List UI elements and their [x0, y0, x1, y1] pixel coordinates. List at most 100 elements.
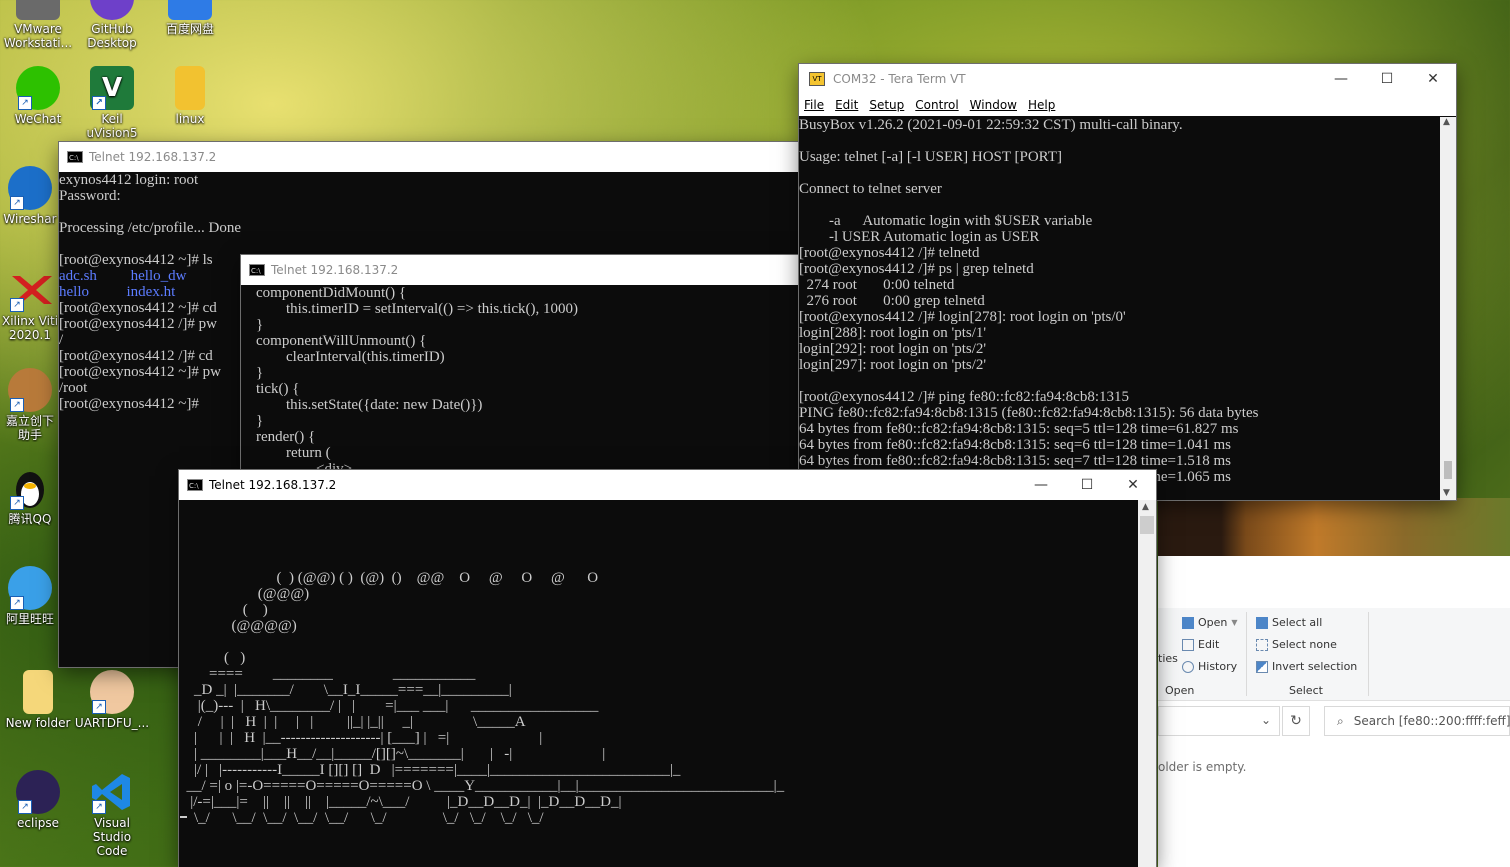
desktop-icon-vscode[interactable]: ↗ Visual Studio Code	[74, 770, 150, 858]
desktop-icon-qq[interactable]: ↗ 腾讯QQ	[0, 466, 60, 526]
desktop-icon-linux[interactable]: linux	[152, 66, 228, 126]
terminal-line: componentDidMount() {	[241, 285, 407, 301]
terminal-output[interactable]: ( ) (@@) ( ) (@) () @@ O @ O @ O (@@@) (…	[179, 500, 1138, 867]
desktop-icon-uartdfu[interactable]: ↗ UARTDFU_...	[74, 670, 150, 730]
menu-window[interactable]: Window	[970, 98, 1017, 112]
ribbon-edit-button[interactable]: Edit	[1182, 638, 1219, 651]
keil-icon: V ↗	[90, 66, 134, 110]
ribbon-history-button[interactable]: History	[1182, 660, 1237, 673]
minimize-button[interactable]: —	[1018, 470, 1064, 500]
maximize-button[interactable]: ☐	[1364, 64, 1410, 94]
vertical-scrollbar[interactable]: ▲ ▼	[1440, 117, 1456, 500]
desktop-icon-label: 腾讯QQ	[8, 512, 52, 526]
folder-icon	[23, 670, 53, 714]
console-icon: C:\	[187, 479, 203, 491]
terminal-line: componentWillUnmount() {	[241, 333, 427, 349]
desktop-icon-label: 阿里旺旺	[5, 612, 54, 626]
desktop-icon-label: GitHub Desktop	[87, 22, 137, 50]
ribbon-select-none-button[interactable]: Select none	[1256, 638, 1337, 651]
desktop-icon-keil[interactable]: V ↗ Keil uVision5	[74, 66, 150, 140]
scroll-up-icon[interactable]: ▲	[1443, 117, 1450, 127]
ribbon-select-all-button[interactable]: Select all	[1256, 616, 1322, 629]
vertical-scrollbar[interactable]: ▲	[1138, 500, 1156, 867]
menu-help[interactable]: Help	[1028, 98, 1055, 112]
terminal-line: Processing /etc/profile... Done	[59, 220, 242, 236]
scroll-thumb[interactable]	[1140, 516, 1154, 534]
terminal-line: }	[241, 365, 264, 381]
desktop-icon-label: Visual Studio Code	[92, 816, 132, 858]
refresh-icon: ↻	[1290, 713, 1302, 729]
menu-file[interactable]: File	[804, 98, 824, 112]
minimize-button[interactable]: —	[1318, 64, 1364, 94]
menu-setup[interactable]: Setup	[869, 98, 904, 112]
console-icon: C:\	[67, 151, 83, 163]
minimize-icon: —	[1334, 71, 1348, 87]
ribbon-open-button[interactable]: Open ▼	[1182, 616, 1238, 629]
address-bar[interactable]: ⌄	[1158, 706, 1280, 736]
aliwangwang-icon: ↗	[8, 566, 52, 610]
terminal-output[interactable]: componentDidMount() { this.timerID = set…	[241, 285, 799, 477]
scroll-up-icon[interactable]: ▲	[1142, 502, 1149, 512]
chevron-down-icon: ▼	[1231, 618, 1238, 627]
desktop-icon-xilinx[interactable]: ↗ Xilinx Viti 2020.1	[0, 268, 60, 342]
scroll-down-icon[interactable]: ▼	[1443, 488, 1450, 498]
desktop-icon-wireshark[interactable]: ↗ Wireshar	[0, 166, 60, 226]
bear-icon: ↗	[8, 368, 52, 412]
close-button[interactable]: ✕	[1410, 64, 1456, 94]
terminal-output[interactable]: BusyBox v1.26.2 (2021-09-01 22:59:32 CST…	[799, 117, 1440, 500]
terminal-line: |(_)--- | H\________/ | | =|___ ___| ___…	[179, 698, 599, 714]
terminal-line: 276 root 0:00 grep telnetd	[799, 293, 985, 309]
search-icon: ⌕	[1337, 713, 1344, 728]
desktop-icon-label: 嘉立创下 助手	[5, 414, 54, 442]
desktop-icon-label: New folder	[5, 716, 71, 730]
title-bar[interactable]: VT COM32 - Tera Term VT — ☐ ✕	[799, 64, 1456, 94]
search-placeholder: Search [fe80::200:ffff:feff]	[1353, 714, 1510, 728]
search-box[interactable]: ⌕ Search [fe80::200:ffff:feff]	[1324, 706, 1510, 736]
terminal-line: return (	[241, 445, 331, 461]
desktop-icon-label: Wireshar	[3, 212, 57, 226]
refresh-button[interactable]: ↻	[1282, 706, 1310, 736]
terminal-line: ( )	[179, 602, 268, 618]
terminal-line: exynos4412 login: root	[59, 172, 199, 188]
desktop-icon-aliwangwang[interactable]: ↗ 阿里旺旺	[0, 566, 60, 626]
ribbon-separator	[1368, 612, 1369, 696]
desktop-icon-new-folder[interactable]: New folder	[0, 670, 76, 730]
menu-bar: File Edit Setup Control Window Help	[799, 94, 1456, 116]
close-button[interactable]: ✕	[1110, 470, 1156, 500]
maximize-button[interactable]: ☐	[1064, 470, 1110, 500]
desktop-icon-vmware[interactable]: VMware Workstati...	[0, 0, 76, 50]
window-title: Telnet 192.168.137.2	[89, 150, 217, 164]
terminal-line: BusyBox v1.26.2 (2021-09-01 22:59:32 CST…	[799, 117, 1183, 133]
terminal-line: Usage: telnet [-a] [-l USER] HOST [PORT]	[799, 149, 1062, 165]
desktop-icon-jlc[interactable]: ↗ 嘉立创下 助手	[0, 368, 60, 442]
title-bar[interactable]: C:\ Telnet 192.168.137.2	[59, 142, 799, 172]
select-all-icon	[1256, 616, 1268, 629]
ribbon-select-all-label: Select all	[1272, 616, 1323, 629]
terminal-line: ( ) (@@) ( ) (@) () @@ O @ O @ O	[179, 570, 599, 586]
desktop-icon-label: VMware Workstati...	[3, 22, 73, 50]
telnet-window-3: C:\ Telnet 192.168.137.2 — ☐ ✕ ( ) (@@) …	[179, 470, 1156, 867]
close-icon: ✕	[1427, 71, 1439, 87]
ribbon-edit-label: Edit	[1198, 638, 1220, 651]
menu-edit[interactable]: Edit	[835, 98, 858, 112]
ribbon-partial-label: ties	[1158, 652, 1178, 665]
desktop-icon-eclipse[interactable]: ↗ eclipse	[0, 770, 76, 830]
desktop-icon-baidu[interactable]: 百度网盘	[152, 0, 228, 36]
terminal-line: (@@@@)	[179, 618, 297, 634]
terminal-line: [root@exynos4412 /]# telnetd	[799, 245, 980, 261]
desktop-icon-wechat[interactable]: ↗ WeChat	[0, 66, 76, 126]
ribbon-invert-selection-button[interactable]: Invert selection	[1256, 660, 1357, 673]
title-bar[interactable]: C:\ Telnet 192.168.137.2 — ☐ ✕	[179, 470, 1156, 500]
scroll-thumb[interactable]	[1444, 461, 1452, 479]
chevron-down-icon[interactable]: ⌄	[1261, 713, 1271, 727]
ribbon-group-open: Open	[1165, 684, 1195, 697]
desktop-icon-github[interactable]: GitHub Desktop	[74, 0, 150, 50]
menu-control[interactable]: Control	[915, 98, 958, 112]
desktop-icon-label: Keil uVision5	[86, 112, 138, 140]
title-bar[interactable]: C:\ Telnet 192.168.137.2	[241, 255, 799, 285]
